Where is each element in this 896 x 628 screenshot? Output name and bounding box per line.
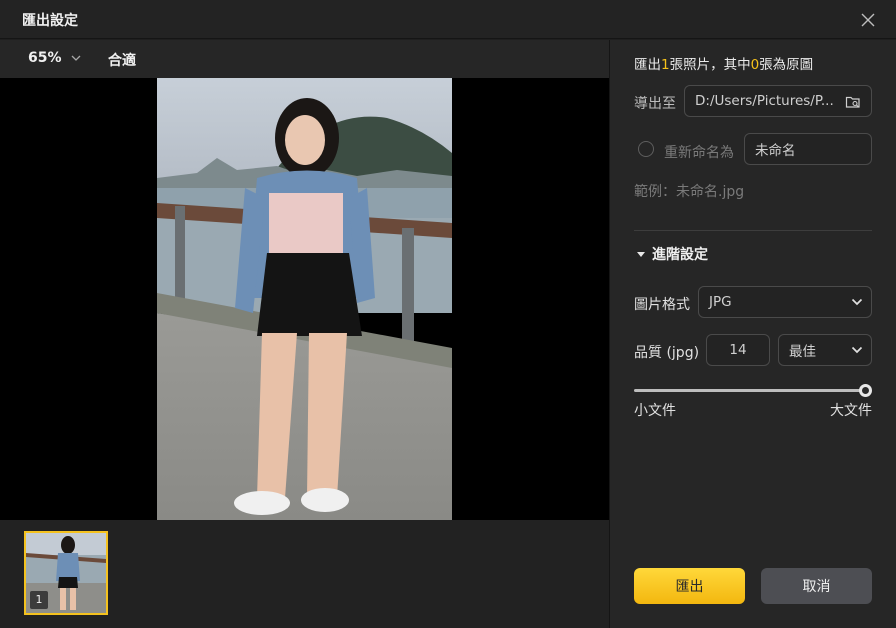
slider-min-label: 小文件 xyxy=(634,403,676,419)
zoom-value: 65% xyxy=(28,50,62,66)
format-label: 圖片格式 xyxy=(634,297,690,313)
summary-middle: 張照片，其中 xyxy=(669,57,751,73)
export-to-label: 導出至 xyxy=(634,96,676,112)
slider-max-label: 大文件 xyxy=(830,403,872,419)
format-value: JPG xyxy=(709,294,732,310)
export-path-value: D:/Users/Pictures/P... xyxy=(695,93,834,109)
close-button[interactable] xyxy=(856,8,880,32)
export-button[interactable]: 匯出 xyxy=(634,568,745,604)
slider-track xyxy=(634,389,866,392)
thumbnail-index-badge: 1 xyxy=(30,591,48,609)
image-preview xyxy=(0,78,609,520)
close-icon xyxy=(861,13,875,27)
preview-panel: 65% 合適 1 xyxy=(0,40,609,628)
rename-label: 重新命名為 xyxy=(664,145,734,161)
thumbnail-strip: 1 xyxy=(0,520,609,628)
caret-down-icon xyxy=(637,252,645,257)
export-summary: 匯出1張照片，其中0張為原圖 xyxy=(634,53,813,73)
preview-photo xyxy=(157,78,452,520)
quality-number-input[interactable]: 14 xyxy=(706,334,770,366)
chevron-down-icon xyxy=(851,346,863,354)
selected-count: 1 xyxy=(661,57,670,73)
format-select[interactable]: JPG xyxy=(698,286,872,318)
dialog-title: 匯出設定 xyxy=(22,13,78,29)
fit-button[interactable]: 合適 xyxy=(108,50,136,70)
zoom-toolbar: 65% 合適 xyxy=(0,40,609,78)
folder-search-icon[interactable] xyxy=(845,94,861,110)
file-size-slider[interactable] xyxy=(634,384,872,398)
rename-input[interactable]: 未命名 xyxy=(744,133,872,165)
title-bar: 匯出設定 xyxy=(0,0,896,39)
quality-preset-value: 最佳 xyxy=(789,344,816,360)
quality-label: 品質 (jpg) xyxy=(634,345,700,361)
chevron-down-icon xyxy=(851,298,863,306)
quality-number: 14 xyxy=(729,342,747,358)
quality-preset-select[interactable]: 最佳 xyxy=(778,334,872,366)
summary-suffix: 張為原圖 xyxy=(759,57,814,73)
cancel-button[interactable]: 取消 xyxy=(761,568,872,604)
rename-value: 未命名 xyxy=(755,143,796,159)
export-path-field[interactable]: D:/Users/Pictures/P... xyxy=(684,85,872,117)
filename-example: 範例：未命名.jpg xyxy=(634,184,745,200)
chevron-down-icon xyxy=(71,55,80,61)
original-count: 0 xyxy=(750,57,760,73)
settings-panel: 匯出1張照片，其中0張為原圖 導出至 D:/Users/Pictures/P..… xyxy=(610,40,896,628)
zoom-dropdown[interactable]: 65% xyxy=(28,50,82,66)
slider-handle[interactable] xyxy=(859,384,872,397)
summary-prefix: 匯出 xyxy=(634,57,661,73)
section-divider xyxy=(634,230,872,231)
rename-radio[interactable] xyxy=(638,141,654,157)
advanced-settings-label: 進階設定 xyxy=(652,247,708,263)
thumbnail-item[interactable]: 1 xyxy=(24,531,108,615)
advanced-settings-toggle[interactable]: 進階設定 xyxy=(636,244,708,264)
